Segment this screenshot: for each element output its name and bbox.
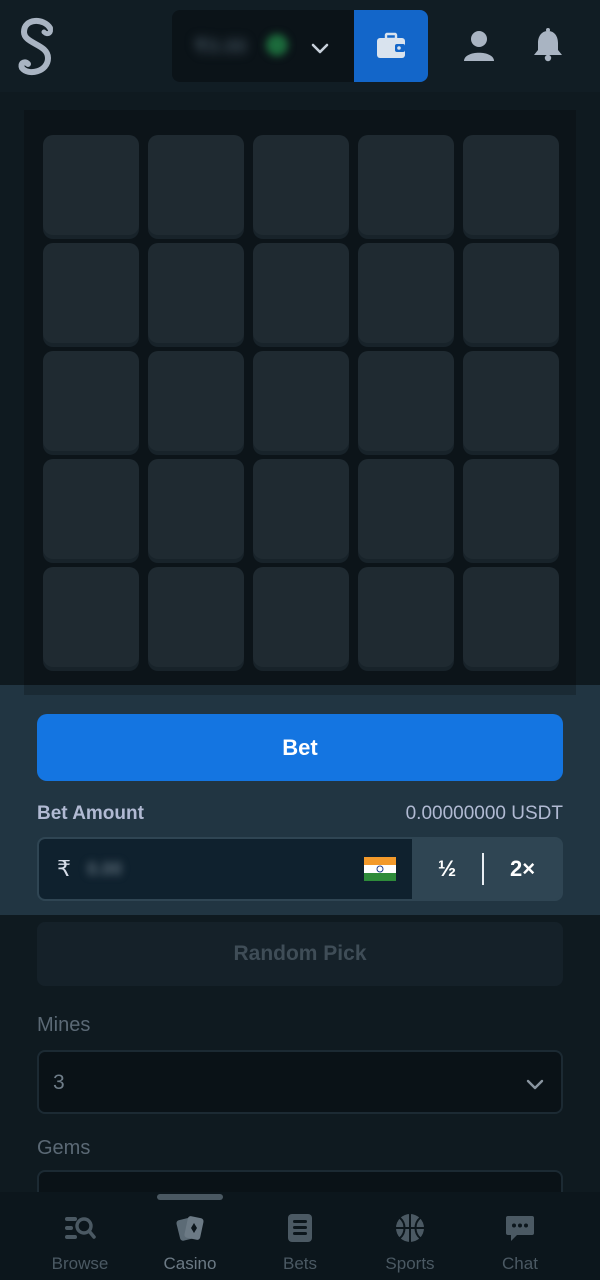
mines-label: Mines <box>37 1014 91 1036</box>
tile-grid <box>43 135 559 667</box>
mine-tile[interactable] <box>463 459 559 559</box>
nav-label-sports: Sports <box>385 1254 435 1273</box>
mine-tile[interactable] <box>358 459 454 559</box>
wallet-button[interactable] <box>354 10 428 82</box>
rupee-symbol: ₹ <box>57 856 71 881</box>
gems-label: Gems <box>37 1137 91 1159</box>
nav-casino[interactable]: Casino <box>140 1212 240 1278</box>
mine-tile[interactable] <box>253 459 349 559</box>
india-flag-icon <box>364 857 396 881</box>
betslip-icon <box>288 1214 312 1242</box>
mine-tile[interactable] <box>358 567 454 667</box>
nav-label-bets: Bets <box>282 1254 318 1273</box>
wallet-icon <box>377 32 405 58</box>
double-amount-button[interactable]: 2× <box>484 839 561 899</box>
mine-tile[interactable] <box>463 567 559 667</box>
random-pick-button[interactable]: Random Pick <box>37 922 563 986</box>
nav-sports[interactable]: Sports <box>360 1212 460 1278</box>
mine-tile[interactable] <box>43 567 139 667</box>
bet-amount-value: 0.00 <box>87 859 123 879</box>
mine-tile[interactable] <box>148 135 244 235</box>
mine-tile[interactable] <box>358 135 454 235</box>
mine-tile[interactable] <box>43 459 139 559</box>
bet-amount-row: ₹ 0.00 ½ 2× <box>37 837 563 901</box>
mine-tile[interactable] <box>253 243 349 343</box>
mine-tile[interactable] <box>148 567 244 667</box>
mine-tile[interactable] <box>463 351 559 451</box>
mine-tile[interactable] <box>358 351 454 451</box>
nav-label-browse: Browse <box>51 1254 109 1273</box>
half-amount-button[interactable]: ½ <box>412 839 482 899</box>
chevron-down-icon <box>526 1079 544 1090</box>
basketball-icon <box>396 1214 424 1242</box>
bet-amount-input[interactable]: ₹ 0.00 <box>39 839 412 899</box>
mines-game-screen: ₹0.00 Bet Bet Amount 0.00000000 USDT ₹ 0… <box>0 0 600 1280</box>
currency-coin-icon <box>266 34 288 56</box>
bet-panel: Bet Bet Amount 0.00000000 USDT ₹ 0.00 ½ … <box>0 685 600 915</box>
chevron-down-icon <box>311 43 329 54</box>
nav-chat[interactable]: Chat <box>470 1212 570 1278</box>
chat-icon <box>506 1216 534 1241</box>
nav-browse[interactable]: Browse <box>30 1212 130 1278</box>
stake-logo-icon[interactable] <box>14 14 62 80</box>
bet-amount-crypto-value: 0.00000000 USDT <box>405 803 563 824</box>
active-nav-indicator <box>157 1194 223 1200</box>
mine-tile[interactable] <box>358 243 454 343</box>
bottom-navigation: Browse Casino Bets Sports Chat <box>0 1192 600 1280</box>
nav-label-chat: Chat <box>502 1254 538 1273</box>
mine-tile[interactable] <box>463 135 559 235</box>
browse-search-icon <box>65 1217 96 1239</box>
balance-selector[interactable]: ₹0.00 <box>172 10 354 82</box>
mine-tile[interactable] <box>253 567 349 667</box>
mine-tile[interactable] <box>253 351 349 451</box>
nav-bets[interactable]: Bets <box>250 1212 350 1278</box>
balance-amount: ₹0.00 <box>194 36 247 58</box>
mines-value: 3 <box>53 1071 65 1094</box>
top-header: ₹0.00 <box>0 0 600 92</box>
mine-tile[interactable] <box>43 135 139 235</box>
mine-tile[interactable] <box>463 243 559 343</box>
mine-tile[interactable] <box>148 459 244 559</box>
mine-tile[interactable] <box>253 135 349 235</box>
mines-select[interactable]: 3 <box>37 1050 563 1114</box>
panel-top-band <box>24 685 576 695</box>
mines-board <box>24 110 576 685</box>
bet-amount-label: Bet Amount <box>37 803 144 824</box>
mine-tile[interactable] <box>148 351 244 451</box>
notification-bell-icon[interactable] <box>531 28 565 62</box>
mine-tile[interactable] <box>43 351 139 451</box>
mine-tile[interactable] <box>148 243 244 343</box>
mine-tile[interactable] <box>43 243 139 343</box>
user-profile-icon[interactable] <box>462 28 496 62</box>
cards-icon <box>176 1216 204 1241</box>
nav-label-casino: Casino <box>163 1254 217 1273</box>
bet-button[interactable]: Bet <box>37 714 563 781</box>
